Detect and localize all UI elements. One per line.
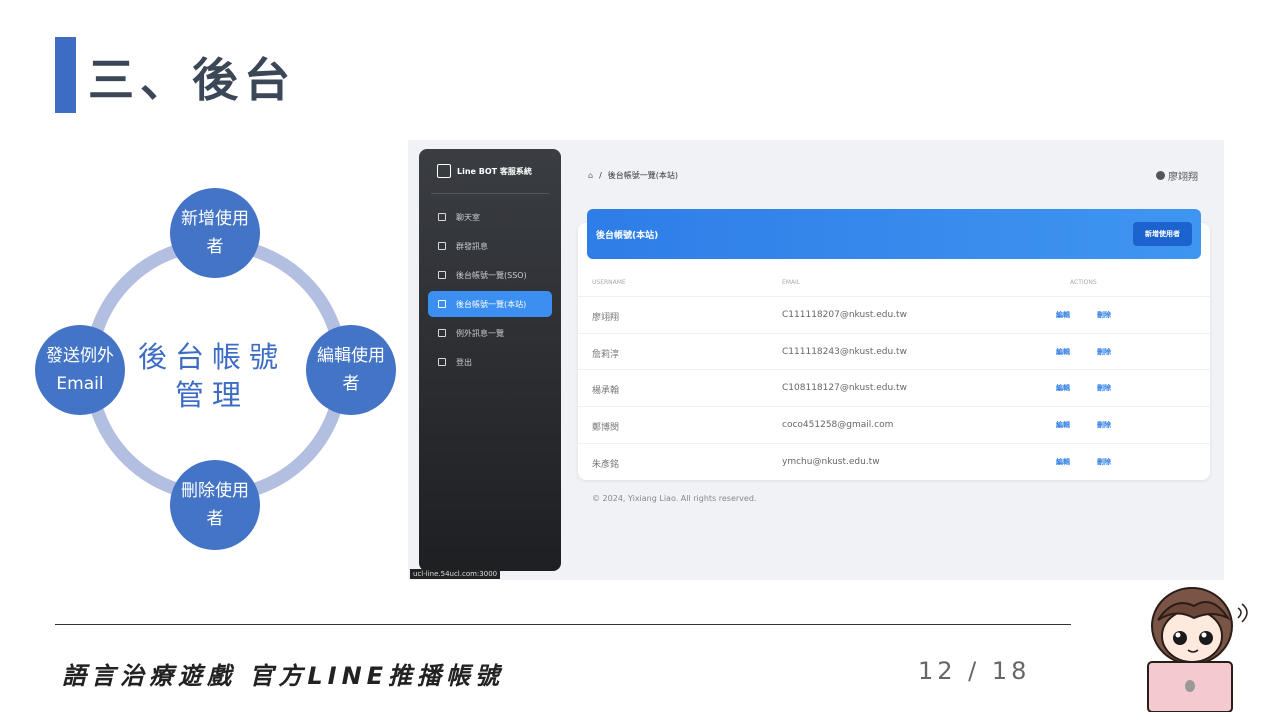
sidebar: Line BOT 客服系統 聊天室 群發訊息 後台帳號一覽(SSO) 後台帳號一… (419, 149, 561, 571)
cell-username: 朱彥銘 (592, 460, 620, 470)
table-row: 鄭博閔 coco451258@gmail.com 編輯 刪除 (578, 406, 1210, 443)
breadcrumb-current: 後台帳號一覽(本站) (607, 171, 679, 180)
edit-link[interactable]: 編輯 (1056, 383, 1070, 393)
cartoon-avatar-icon (1147, 587, 1248, 712)
sidebar-item-label: 群發訊息 (456, 241, 488, 251)
edit-link[interactable]: 編輯 (1056, 457, 1070, 467)
table-row: 楊承翰 C108118127@nkust.edu.tw 編輯 刪除 (578, 369, 1210, 406)
sidebar-item-label: 登出 (456, 357, 472, 367)
cell-email: C111118207@nkust.edu.tw (782, 310, 907, 320)
sidebar-item-broadcast[interactable]: 群發訊息 (428, 233, 552, 259)
copyright-footer: © 2024, Yixiang Liao. All rights reserve… (592, 494, 757, 503)
cell-email: C111118243@nkust.edu.tw (782, 347, 907, 357)
table-row: 朱彥銘 ymchu@nkust.edu.tw 編輯 刪除 (578, 443, 1210, 480)
slide-title: 三、後台 (88, 53, 296, 107)
dashboard-icon (438, 213, 446, 221)
delete-link[interactable]: 刪除 (1097, 420, 1111, 430)
node-delete-user: 刪除使用者 (170, 460, 260, 550)
table-row: 詹莉淳 C111118243@nkust.edu.tw 編輯 刪除 (578, 333, 1210, 370)
sidebar-item-exceptions[interactable]: 例外訊息一覽 (428, 320, 552, 346)
status-url: ucl-line.54ucl.com:3000 (410, 569, 501, 579)
slide: 三、後台 新增使用者 編輯使用者 刪除使用者 發送例外Email 後台帳號管理 … (0, 0, 1280, 720)
dashboard-icon (438, 329, 446, 337)
sidebar-item-label: 後台帳號一覽(本站) (456, 299, 527, 309)
copy-icon (438, 271, 446, 279)
cell-username: 楊承翰 (592, 386, 620, 396)
card-title: 後台帳號(本站) (596, 230, 659, 241)
cell-username: 鄭博閔 (592, 423, 620, 433)
user-circle-icon (1156, 171, 1165, 180)
logout-icon (438, 358, 446, 366)
footer-title: 語言治療遊戲 官方LINE推播帳號 (62, 662, 505, 690)
sidebar-item-label: 聊天室 (456, 212, 480, 222)
column-actions: ACTIONS (1070, 279, 1097, 286)
column-username: USERNAME (592, 279, 626, 286)
sidebar-divider (431, 193, 549, 194)
app-screenshot: Line BOT 客服系統 聊天室 群發訊息 後台帳號一覽(SSO) 後台帳號一… (408, 140, 1224, 580)
bot-icon (437, 164, 451, 178)
breadcrumb-separator: / (599, 171, 602, 180)
cell-email: C108118127@nkust.edu.tw (782, 383, 907, 393)
diagram-center-label: 後台帳號管理 (137, 340, 286, 412)
sidebar-item-logout[interactable]: 登出 (428, 349, 552, 375)
delete-link[interactable]: 刪除 (1097, 347, 1111, 357)
sidebar-item-label: 後台帳號一覽(SSO) (456, 270, 527, 280)
sidebar-item-chat[interactable]: 聊天室 (428, 204, 552, 230)
cell-email: ymchu@nkust.edu.tw (782, 457, 880, 467)
edit-link[interactable]: 編輯 (1056, 310, 1070, 320)
cell-username: 廖翊翔 (592, 313, 620, 323)
add-user-button[interactable]: 新增使用者 (1133, 222, 1192, 246)
table-row: 廖翊翔 C111118207@nkust.edu.tw 編輯 刪除 (578, 296, 1210, 333)
delete-link[interactable]: 刪除 (1097, 383, 1111, 393)
sidebar-item-accounts-local[interactable]: 後台帳號一覽(本站) (428, 291, 552, 317)
edit-link[interactable]: 編輯 (1056, 420, 1070, 430)
dashboard-icon (438, 242, 446, 250)
column-email: EMAIL (782, 279, 801, 286)
brand-label: Line BOT 客服系統 (457, 166, 532, 176)
footer-divider (55, 624, 1071, 625)
delete-link[interactable]: 刪除 (1097, 457, 1111, 467)
sidebar-item-accounts-sso[interactable]: 後台帳號一覽(SSO) (428, 262, 552, 288)
page-number: 12 / 18 (918, 657, 1031, 685)
node-send-email: 發送例外Email (35, 325, 125, 415)
delete-link[interactable]: 刪除 (1097, 310, 1111, 320)
cell-username: 詹莉淳 (592, 350, 620, 360)
node-add-user: 新增使用者 (170, 188, 260, 278)
copy-icon (438, 300, 446, 308)
brand[interactable]: Line BOT 客服系統 (437, 164, 532, 178)
card-header: 後台帳號(本站) 新增使用者 (587, 209, 1201, 259)
sidebar-item-label: 例外訊息一覽 (456, 328, 504, 338)
edit-link[interactable]: 編輯 (1056, 347, 1070, 357)
cell-email: coco451258@gmail.com (782, 420, 894, 430)
breadcrumb: ⌂ / 後台帳號一覽(本站) (588, 170, 678, 181)
title-accent-bar (55, 37, 76, 113)
home-icon[interactable]: ⌂ (588, 171, 593, 180)
user-menu[interactable]: 廖翊翔 (1156, 168, 1198, 183)
current-user-name: 廖翊翔 (1168, 172, 1198, 183)
node-edit-user: 編輯使用者 (306, 325, 396, 415)
